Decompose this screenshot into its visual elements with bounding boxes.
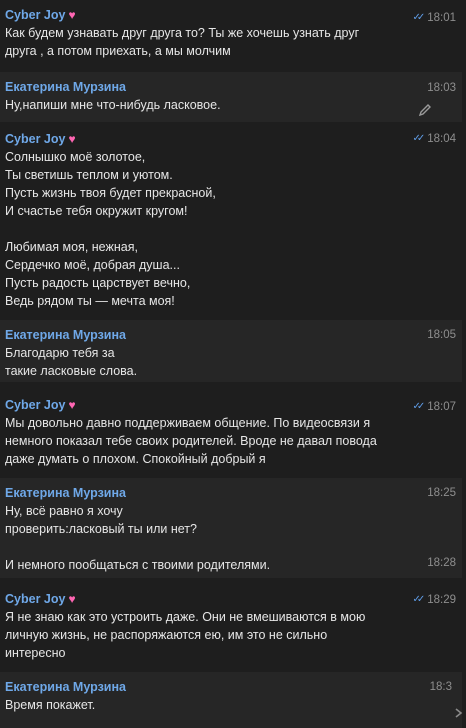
message-sender[interactable]: Екатерина Мурзина xyxy=(5,678,442,696)
message-text: Время покажет. xyxy=(5,698,96,712)
message-meta: 18:25 xyxy=(427,485,456,501)
message-sender[interactable]: Екатерина Мурзина xyxy=(5,78,442,96)
message-meta: ✓✓ 18:01 xyxy=(412,10,456,26)
message-sender[interactable]: Cyber Joy ♥ xyxy=(5,130,442,148)
message-text: личную жизнь, не распоряжаются ею, им эт… xyxy=(5,628,328,642)
message-time: 18:04 xyxy=(427,133,456,145)
message-text: И немного пообщаться с твоими родителями… xyxy=(5,558,271,572)
message-text: немного показал тебе своих родителей. Вр… xyxy=(5,434,377,448)
message-text: даже думать о плохом. Спокойный добрый я xyxy=(5,452,266,466)
message-text: Как будем узнавать друг друга то? Ты же … xyxy=(5,26,360,40)
message-text: друга , а потом приехать, а мы молчим xyxy=(5,44,231,58)
message-time: 18:03 xyxy=(427,82,456,94)
edit-message-button[interactable] xyxy=(414,99,436,121)
message-text: Любимая моя, нежная, xyxy=(5,240,138,254)
message-text: Пусть жизнь твоя будет прекрасной, xyxy=(5,186,216,200)
chevron-down-icon xyxy=(455,708,463,718)
message-time: 18:07 xyxy=(427,401,456,413)
message-text: И счастье тебя окружит кругом! xyxy=(5,204,188,218)
message-text: такие ласковые слова. xyxy=(5,364,138,378)
message-sender[interactable]: Cyber Joy ♥ xyxy=(5,590,442,608)
message-sender[interactable]: Екатерина Мурзина xyxy=(5,484,442,502)
message-meta: ✓✓ 18:07 xyxy=(412,399,456,415)
message-text: интересно xyxy=(5,646,66,660)
double-check-icon: ✓✓ xyxy=(412,12,425,23)
message-sender[interactable]: Екатерина Мурзина xyxy=(5,326,442,344)
message-text: Ну,напиши мне что-нибудь ласковое. xyxy=(5,98,221,112)
double-check-icon: ✓✓ xyxy=(412,133,425,144)
message-text: Пусть радость царствует вечно, xyxy=(5,276,191,290)
message-text: проверить:ласковый ты или нет? xyxy=(5,522,197,536)
double-check-icon: ✓✓ xyxy=(412,594,425,605)
heart-emoji-icon: ♥ xyxy=(68,8,76,22)
message-text: Я не знаю как это устроить даже. Они не … xyxy=(5,610,366,624)
message-meta: ✓✓ 18:04 xyxy=(412,131,456,147)
heart-emoji-icon: ♥ xyxy=(68,132,76,146)
scroll-down-button[interactable] xyxy=(454,706,464,720)
message[interactable]: Cyber Joy ♥ Солнышко моё золотое, Ты свет… xyxy=(0,124,466,319)
message-text: Благодарю тебя за xyxy=(5,346,115,360)
scrollbar[interactable] xyxy=(462,0,466,728)
message[interactable]: Екатерина Мурзина Ну,напиши мне что-нибу… xyxy=(0,72,466,122)
message-meta: 18:3 xyxy=(430,679,452,695)
message-meta: 18:28 xyxy=(427,555,456,571)
pencil-icon xyxy=(418,104,431,117)
message-time: 18:05 xyxy=(427,329,456,341)
message-sender[interactable]: Cyber Joy ♥ xyxy=(5,6,442,24)
double-check-icon: ✓✓ xyxy=(412,401,425,412)
message-sender[interactable]: Cyber Joy ♥ xyxy=(5,396,442,414)
message-meta: 18:05 xyxy=(427,327,456,343)
heart-emoji-icon: ♥ xyxy=(68,592,76,606)
message-text: Сердечко моё, добрая душа... xyxy=(5,258,180,272)
message-text: Мы довольно давно поддерживаем общение. … xyxy=(5,416,371,430)
heart-emoji-icon: ♥ xyxy=(68,398,76,412)
message-meta: ✓✓ 18:29 xyxy=(412,592,456,608)
message-time: 18:01 xyxy=(427,12,456,24)
message-text: Ты светишь теплом и уютом. xyxy=(5,168,173,182)
message[interactable]: Екатерина Мурзина Благодарю тебя за таки… xyxy=(0,320,466,382)
message[interactable]: Cyber Joy ♥ Как будем узнавать друг друга… xyxy=(0,0,466,65)
message-text: Солнышко моё золотое, xyxy=(5,150,146,164)
message-meta: 18:03 xyxy=(427,80,456,96)
message[interactable]: Cyber Joy ♥ Я не знаю как это устроить да… xyxy=(0,584,466,666)
message-time: 18:3 xyxy=(429,681,452,693)
message-time: 18:25 xyxy=(427,487,456,499)
message[interactable]: Екатерина Мурзина Ну, всё равно я хочу п… xyxy=(0,478,466,578)
message-time: 18:28 xyxy=(427,557,456,569)
message[interactable]: Cyber Joy ♥ Мы довольно давно поддерживае… xyxy=(0,390,466,470)
message-text: Ну, всё равно я хочу xyxy=(5,504,123,518)
message-time: 18:29 xyxy=(427,594,456,606)
message-text: Ведь рядом ты — мечта моя! xyxy=(5,294,175,308)
message[interactable]: Екатерина Мурзина Время покажет. 18:3 xyxy=(0,672,466,728)
